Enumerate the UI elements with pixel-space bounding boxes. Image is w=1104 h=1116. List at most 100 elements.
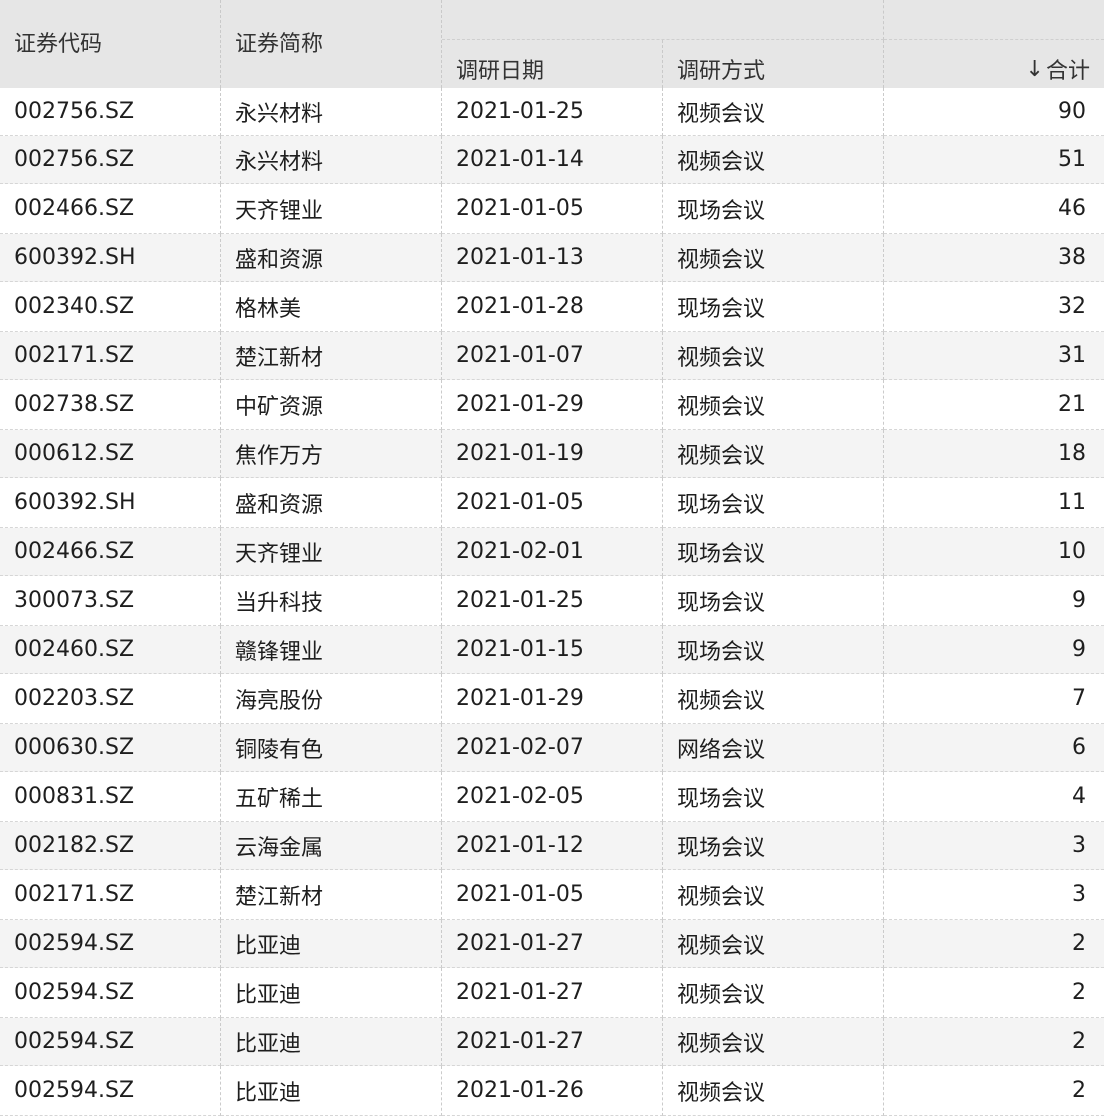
header-security-code[interactable]: 证券代码 (0, 0, 221, 88)
cell-security-name: 焦作万方 (221, 430, 442, 478)
cell-total-text: 3 (1072, 833, 1086, 858)
cell-security-name-text: 楚江新材 (235, 884, 324, 910)
cell-total-text: 2 (1072, 931, 1086, 956)
cell-security-code: 600392.SH (0, 234, 221, 282)
cell-total-text: 2 (1072, 1078, 1086, 1103)
cell-security-code: 600392.SH (0, 478, 221, 528)
cell-total: 18 (884, 430, 1104, 478)
cell-security-code-text: 002594.SZ (14, 931, 135, 956)
cell-total: 7 (884, 674, 1104, 724)
cell-research-date: 2021-01-29 (442, 380, 663, 430)
cell-research-date: 2021-01-13 (442, 234, 663, 282)
cell-total: 2 (884, 968, 1104, 1018)
cell-total-text: 51 (1058, 147, 1086, 172)
cell-research-date-text: 2021-01-05 (456, 882, 584, 907)
cell-research-date-text: 2021-01-27 (456, 1029, 584, 1054)
cell-research-date-text: 2021-01-05 (456, 490, 584, 515)
cell-research-date: 2021-02-01 (442, 528, 663, 576)
cell-security-name: 五矿稀土 (221, 772, 442, 822)
cell-security-code: 002466.SZ (0, 184, 221, 234)
cell-security-name: 天齐锂业 (221, 184, 442, 234)
cell-total-text: 21 (1058, 392, 1086, 417)
cell-research-method-text: 视频会议 (677, 101, 766, 127)
cell-total: 3 (884, 822, 1104, 870)
cell-research-date: 2021-01-25 (442, 576, 663, 626)
cell-security-code-text: 002756.SZ (14, 147, 135, 172)
cell-security-name: 楚江新材 (221, 870, 442, 920)
cell-research-date-text: 2021-01-05 (456, 196, 584, 221)
header-research-date-label: 调研日期 (456, 59, 545, 84)
cell-total: 4 (884, 772, 1104, 822)
cell-research-method-text: 现场会议 (677, 590, 766, 616)
cell-research-method: 现场会议 (663, 478, 884, 528)
cell-total: 11 (884, 478, 1104, 528)
cell-research-date-text: 2021-01-07 (456, 343, 584, 368)
cell-research-date-text: 2021-01-27 (456, 931, 584, 956)
header-research-date[interactable]: 调研日期 (442, 40, 663, 88)
cell-research-method-text: 现场会议 (677, 786, 766, 812)
cell-research-method-text: 视频会议 (677, 394, 766, 420)
cell-research-method: 视频会议 (663, 968, 884, 1018)
cell-security-name-text: 中矿资源 (235, 394, 324, 420)
cell-security-name: 永兴材料 (221, 136, 442, 184)
header-total[interactable]: ↓ 合计 (884, 40, 1104, 88)
cell-security-name: 永兴材料 (221, 88, 442, 136)
cell-research-method-text: 视频会议 (677, 884, 766, 910)
cell-security-code: 002203.SZ (0, 674, 221, 724)
header-security-name[interactable]: 证券简称 (221, 0, 442, 88)
cell-total: 31 (884, 332, 1104, 380)
cell-total-text: 11 (1058, 490, 1086, 515)
header-research-method[interactable]: 调研方式 (663, 40, 884, 88)
cell-research-method: 视频会议 (663, 1018, 884, 1066)
cell-research-date-text: 2021-01-27 (456, 980, 584, 1005)
cell-research-method-text: 视频会议 (677, 345, 766, 371)
cell-research-date-text: 2021-02-01 (456, 539, 584, 564)
cell-security-name-text: 当升科技 (235, 590, 324, 616)
cell-total: 2 (884, 1066, 1104, 1116)
cell-research-method-text: 现场会议 (677, 198, 766, 224)
cell-total-text: 31 (1058, 343, 1086, 368)
cell-security-name: 比亚迪 (221, 920, 442, 968)
cell-security-name: 比亚迪 (221, 1018, 442, 1066)
cell-research-date: 2021-01-27 (442, 920, 663, 968)
cell-security-name: 赣锋锂业 (221, 626, 442, 674)
cell-research-method: 现场会议 (663, 528, 884, 576)
header-group-spacer (442, 0, 884, 40)
cell-security-code-text: 600392.SH (14, 490, 136, 515)
research-table: 证券代码 证券简称 调研日期 调研方式 ↓ 合计 002756.SZ 永兴材料 20… (0, 0, 1104, 1116)
sort-descending-icon[interactable]: ↓ (1026, 57, 1044, 82)
header-security-code-label: 证券代码 (14, 32, 103, 57)
cell-total: 9 (884, 576, 1104, 626)
cell-security-code: 300073.SZ (0, 576, 221, 626)
cell-research-date-text: 2021-01-12 (456, 833, 584, 858)
cell-research-method: 视频会议 (663, 136, 884, 184)
cell-security-name: 比亚迪 (221, 968, 442, 1018)
cell-security-name: 中矿资源 (221, 380, 442, 430)
cell-total: 46 (884, 184, 1104, 234)
cell-security-code: 002738.SZ (0, 380, 221, 430)
cell-security-code-text: 002594.SZ (14, 1029, 135, 1054)
header-security-name-label: 证券简称 (235, 32, 324, 57)
header-research-method-label: 调研方式 (677, 59, 766, 84)
cell-research-method-text: 网络会议 (677, 737, 766, 763)
cell-security-code-text: 002594.SZ (14, 1078, 135, 1103)
cell-security-name-text: 天齐锂业 (235, 541, 324, 567)
cell-total: 3 (884, 870, 1104, 920)
cell-security-name-text: 格林美 (235, 296, 302, 322)
cell-research-method-text: 视频会议 (677, 933, 766, 959)
cell-research-method-text: 视频会议 (677, 1031, 766, 1057)
cell-security-code-text: 002460.SZ (14, 637, 135, 662)
cell-research-date-text: 2021-02-07 (456, 735, 584, 760)
cell-research-date: 2021-01-26 (442, 1066, 663, 1116)
cell-security-name-text: 焦作万方 (235, 443, 324, 469)
cell-research-method-text: 视频会议 (677, 1080, 766, 1106)
cell-security-code: 000612.SZ (0, 430, 221, 478)
cell-security-name-text: 永兴材料 (235, 149, 324, 175)
cell-total-text: 32 (1058, 294, 1086, 319)
cell-research-date-text: 2021-01-25 (456, 99, 584, 124)
header-total-label: 合计 (1045, 59, 1090, 84)
cell-total: 9 (884, 626, 1104, 674)
cell-security-name-text: 比亚迪 (235, 1031, 302, 1057)
cell-research-date-text: 2021-01-13 (456, 245, 584, 270)
cell-total: 38 (884, 234, 1104, 282)
